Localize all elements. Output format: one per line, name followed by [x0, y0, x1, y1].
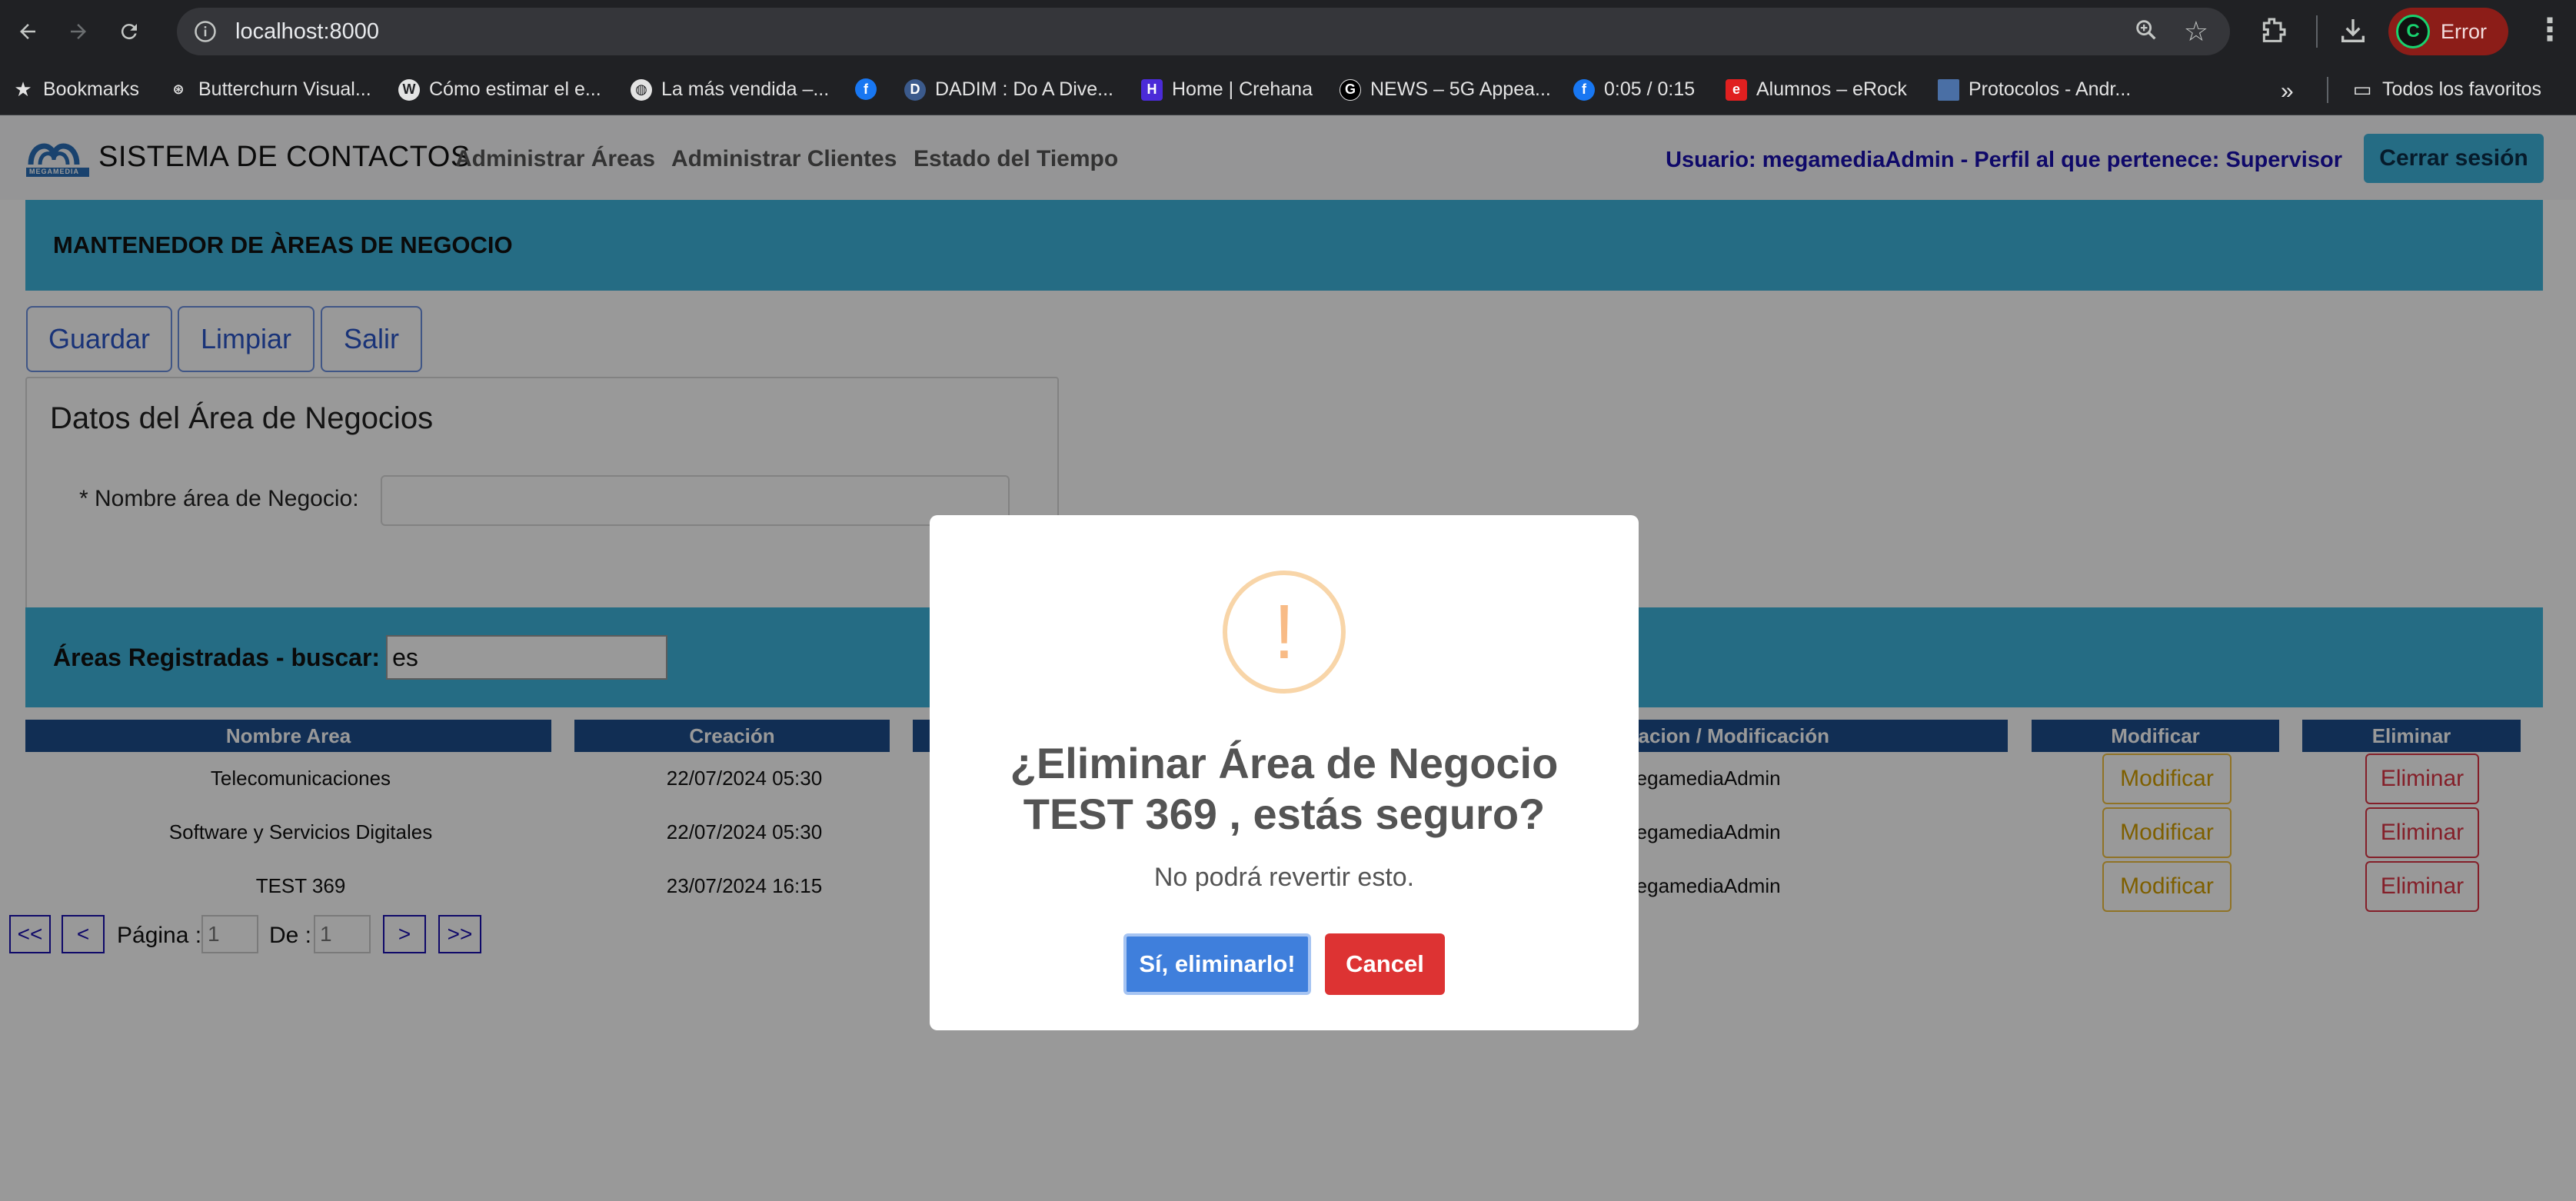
erock-icon: e: [1726, 78, 1747, 101]
profile-avatar-icon: C: [2396, 15, 2430, 48]
downloads-icon[interactable]: [2338, 14, 2368, 52]
star-icon: ★: [14, 78, 32, 101]
bookmarks-overflow-icon[interactable]: »: [2281, 78, 2294, 105]
address-bar[interactable]: localhost:8000 ☆: [177, 8, 2230, 55]
browser-menu-icon[interactable]: ⋮: [2534, 12, 2565, 48]
toolbar-divider: [2316, 15, 2318, 48]
dialog-title-line2: TEST 369 , estás seguro?: [1023, 790, 1546, 838]
bookmark-item[interactable]: Protocolos - Andr...: [1938, 78, 2131, 101]
news-icon: G: [1340, 78, 1361, 101]
all-bookmarks-folder[interactable]: ▭ Todos los favoritos: [2351, 78, 2541, 101]
forward-button[interactable]: [55, 8, 102, 55]
facebook-icon: f: [1573, 78, 1595, 101]
bookmark-star-icon[interactable]: ☆: [2184, 15, 2208, 48]
bookmark-item[interactable]: ⊛ Butterchurn Visual...: [168, 78, 371, 101]
extensions-icon[interactable]: [2258, 14, 2288, 52]
confirm-delete-button[interactable]: Sí, eliminarlo!: [1123, 933, 1311, 995]
crehana-icon: H: [1141, 78, 1163, 101]
globe-icon: ◍: [631, 78, 652, 101]
bookmarks-bar: ★ Bookmarks ⊛ Butterchurn Visual... W Có…: [0, 63, 2576, 115]
warning-icon: !: [1223, 571, 1346, 694]
folder-icon: ▭: [2352, 78, 2372, 101]
cancel-button[interactable]: Cancel: [1325, 933, 1445, 995]
wordpress-icon: W: [398, 78, 420, 101]
dadim-icon: D: [904, 78, 926, 101]
bookmark-item[interactable]: f 0:05 / 0:15: [1573, 78, 1695, 101]
confirm-delete-dialog: ! ¿Eliminar Área de Negocio TEST 369 , e…: [930, 515, 1639, 1030]
bookmarks-divider: [2327, 77, 2328, 103]
zoom-icon[interactable]: [2133, 17, 2159, 47]
dialog-text: No podrá revertir esto.: [1153, 863, 1415, 892]
reload-icon: [121, 24, 137, 40]
bookmark-item[interactable]: G NEWS – 5G Appea...: [1340, 78, 1551, 101]
folder-doc-icon: [1938, 78, 1959, 101]
back-button[interactable]: [5, 8, 51, 55]
dialog-title-line1: ¿Eliminar Área de Negocio: [1010, 739, 1559, 787]
bookmark-item[interactable]: D DADIM : Do A Dive...: [904, 78, 1113, 101]
facebook-icon: f: [855, 78, 877, 100]
reload-button[interactable]: [106, 8, 152, 55]
profile-status-label: Error: [2441, 19, 2487, 43]
profile-error-button[interactable]: C Error: [2388, 8, 2508, 55]
bookmark-item[interactable]: e Alumnos – eRock: [1726, 78, 1907, 101]
bookmark-item[interactable]: W Cómo estimar el e...: [398, 78, 601, 101]
dialog-title: ¿Eliminar Área de Negocio TEST 369 , est…: [930, 738, 1639, 840]
bookmark-item[interactable]: ◍ La más vendida –...: [631, 78, 829, 101]
bookmark-item[interactable]: ★ Bookmarks: [12, 78, 139, 101]
back-arrow-icon: [20, 24, 35, 39]
butterchurn-icon: ⊛: [172, 82, 185, 97]
url-text[interactable]: localhost:8000: [235, 19, 379, 45]
site-info-icon[interactable]: [186, 12, 225, 51]
bookmark-item[interactable]: H Home | Crehana: [1141, 78, 1313, 101]
bookmark-item[interactable]: f: [855, 78, 886, 100]
browser-toolbar: localhost:8000 ☆ C Error ⋮: [0, 0, 2576, 63]
forward-arrow-icon: [71, 24, 86, 39]
